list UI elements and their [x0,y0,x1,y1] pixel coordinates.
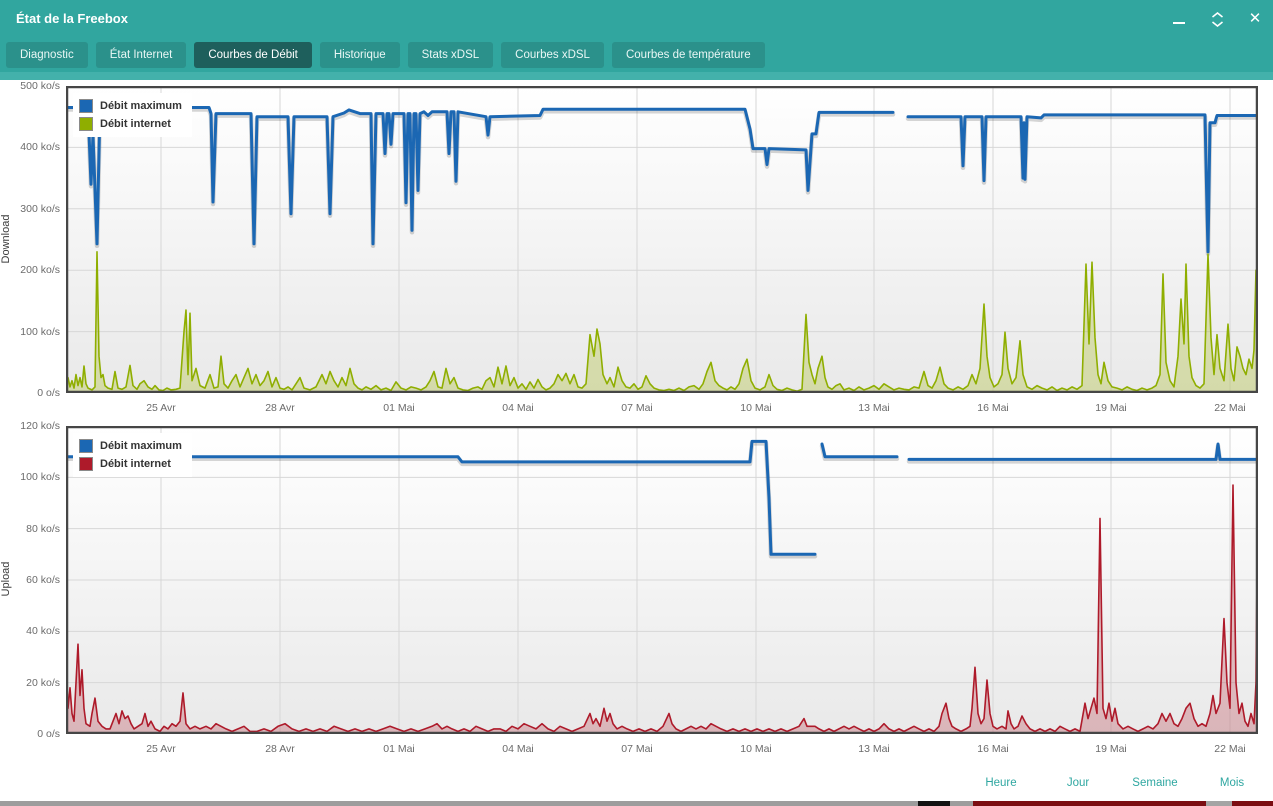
legend-item: Débit maximum [79,437,182,455]
titlebar: État de la Freebox ✕ [0,0,1273,38]
legend-swatch-debit-internet [79,117,93,131]
x-tick-label: 10 Mai [740,402,772,414]
tab-bar: Diagnostic État Internet Courbes de Débit H… [0,38,1273,72]
legend-swatch-debit-maximum [79,99,93,113]
tab-stats-xdsl[interactable]: Stats xDSL [407,42,494,68]
y-tick-label: 80 ko/s [26,522,60,535]
y-tick-label: 100 ko/s [20,325,60,338]
y-tick-label: 0 o/s [37,728,60,740]
tab-diagnostic[interactable]: Diagnostic [6,42,88,68]
download-chart: Débit maximum Débit internet 500 ko/s 400 k… [0,80,1273,426]
x-tick-label: 07 Mai [621,402,653,414]
download-legend: Débit maximum Débit internet [73,93,192,137]
window-edge-segment [918,801,950,806]
range-link-semaine[interactable]: Semaine [1115,777,1195,789]
tab-bar-accent-strip [0,72,1273,80]
window-edge-segment [973,801,1206,806]
y-tick-label: 0 o/s [37,387,60,399]
minimize-button[interactable] [1171,11,1187,27]
y-tick-label: 100 ko/s [20,471,60,484]
download-chart-svg [66,86,1258,393]
y-tick-label: 20 ko/s [26,676,60,689]
x-tick-label: 28 Avr [265,402,295,414]
tab-courbes-xdsl[interactable]: Courbes xDSL [501,42,604,68]
window-edge-segment [1206,801,1232,806]
legend-item: Débit internet [79,455,182,473]
freebox-status-window: État de la Freebox ✕ Diagnostic État Inte… [0,0,1273,806]
legend-item: Débit internet [79,115,182,133]
x-tick-label: 13 Mai [858,402,890,414]
x-tick-label: 10 Mai [740,743,772,755]
x-tick-label: 25 Avr [146,402,176,414]
window-controls: ✕ [1171,0,1263,38]
x-tick-label: 04 Mai [502,743,534,755]
x-tick-label: 22 Mai [1214,743,1246,755]
window-edge-segment [950,801,973,806]
close-button[interactable]: ✕ [1247,11,1263,27]
window-edge-segment [0,801,918,806]
x-tick-label: 22 Mai [1214,402,1246,414]
y-tick-label: 40 ko/s [26,625,60,638]
x-tick-label: 16 Mai [977,402,1009,414]
legend-item: Débit maximum [79,97,182,115]
x-tick-label: 13 Mai [858,743,890,755]
legend-label: Débit maximum [100,100,182,112]
range-link-mois[interactable]: Mois [1192,777,1272,789]
x-tick-label: 01 Mai [383,402,415,414]
legend-label: Débit internet [100,118,171,130]
legend-swatch-debit-maximum [79,439,93,453]
x-tick-label: 19 Mai [1095,743,1127,755]
tab-historique[interactable]: Historique [319,42,400,68]
time-range-links: Heure Jour Semaine Mois [0,777,1273,793]
maximize-button[interactable] [1209,11,1225,27]
x-tick-label: 01 Mai [383,743,415,755]
upload-axis-title: Upload [0,561,12,597]
legend-label: Débit maximum [100,440,182,452]
legend-swatch-debit-internet [79,457,93,471]
upload-chart-svg [66,426,1258,734]
x-tick-label: 28 Avr [265,743,295,755]
x-tick-label: 04 Mai [502,402,534,414]
x-tick-label: 16 Mai [977,743,1009,755]
x-tick-label: 07 Mai [621,743,653,755]
upload-plot-area: Débit maximum Débit internet [66,426,1258,734]
upload-legend: Débit maximum Débit internet [73,433,192,477]
upload-chart: Débit maximum Débit internet 120 ko/s 100 k… [0,420,1273,766]
legend-label: Débit internet [100,458,171,470]
y-tick-label: 400 ko/s [20,141,60,154]
minimize-icon [1173,22,1185,24]
window-edge-segment [1232,801,1273,806]
range-link-heure[interactable]: Heure [961,777,1041,789]
x-tick-label: 25 Avr [146,743,176,755]
download-plot-area: Débit maximum Débit internet [66,86,1258,393]
x-tick-label: 19 Mai [1095,402,1127,414]
download-axis-title: Download [0,214,12,263]
background-window-edge [0,801,1273,806]
restore-icon [1211,11,1223,27]
y-tick-label: 500 ko/s [20,80,60,92]
tab-courbes-de-temperature[interactable]: Courbes de température [611,42,765,68]
close-icon: ✕ [1248,10,1262,27]
range-link-jour[interactable]: Jour [1038,777,1118,789]
window-title: État de la Freebox [16,11,128,26]
tab-courbes-de-debit[interactable]: Courbes de Débit [194,42,312,68]
y-tick-label: 120 ko/s [20,420,60,432]
tab-etat-internet[interactable]: État Internet [95,42,187,68]
